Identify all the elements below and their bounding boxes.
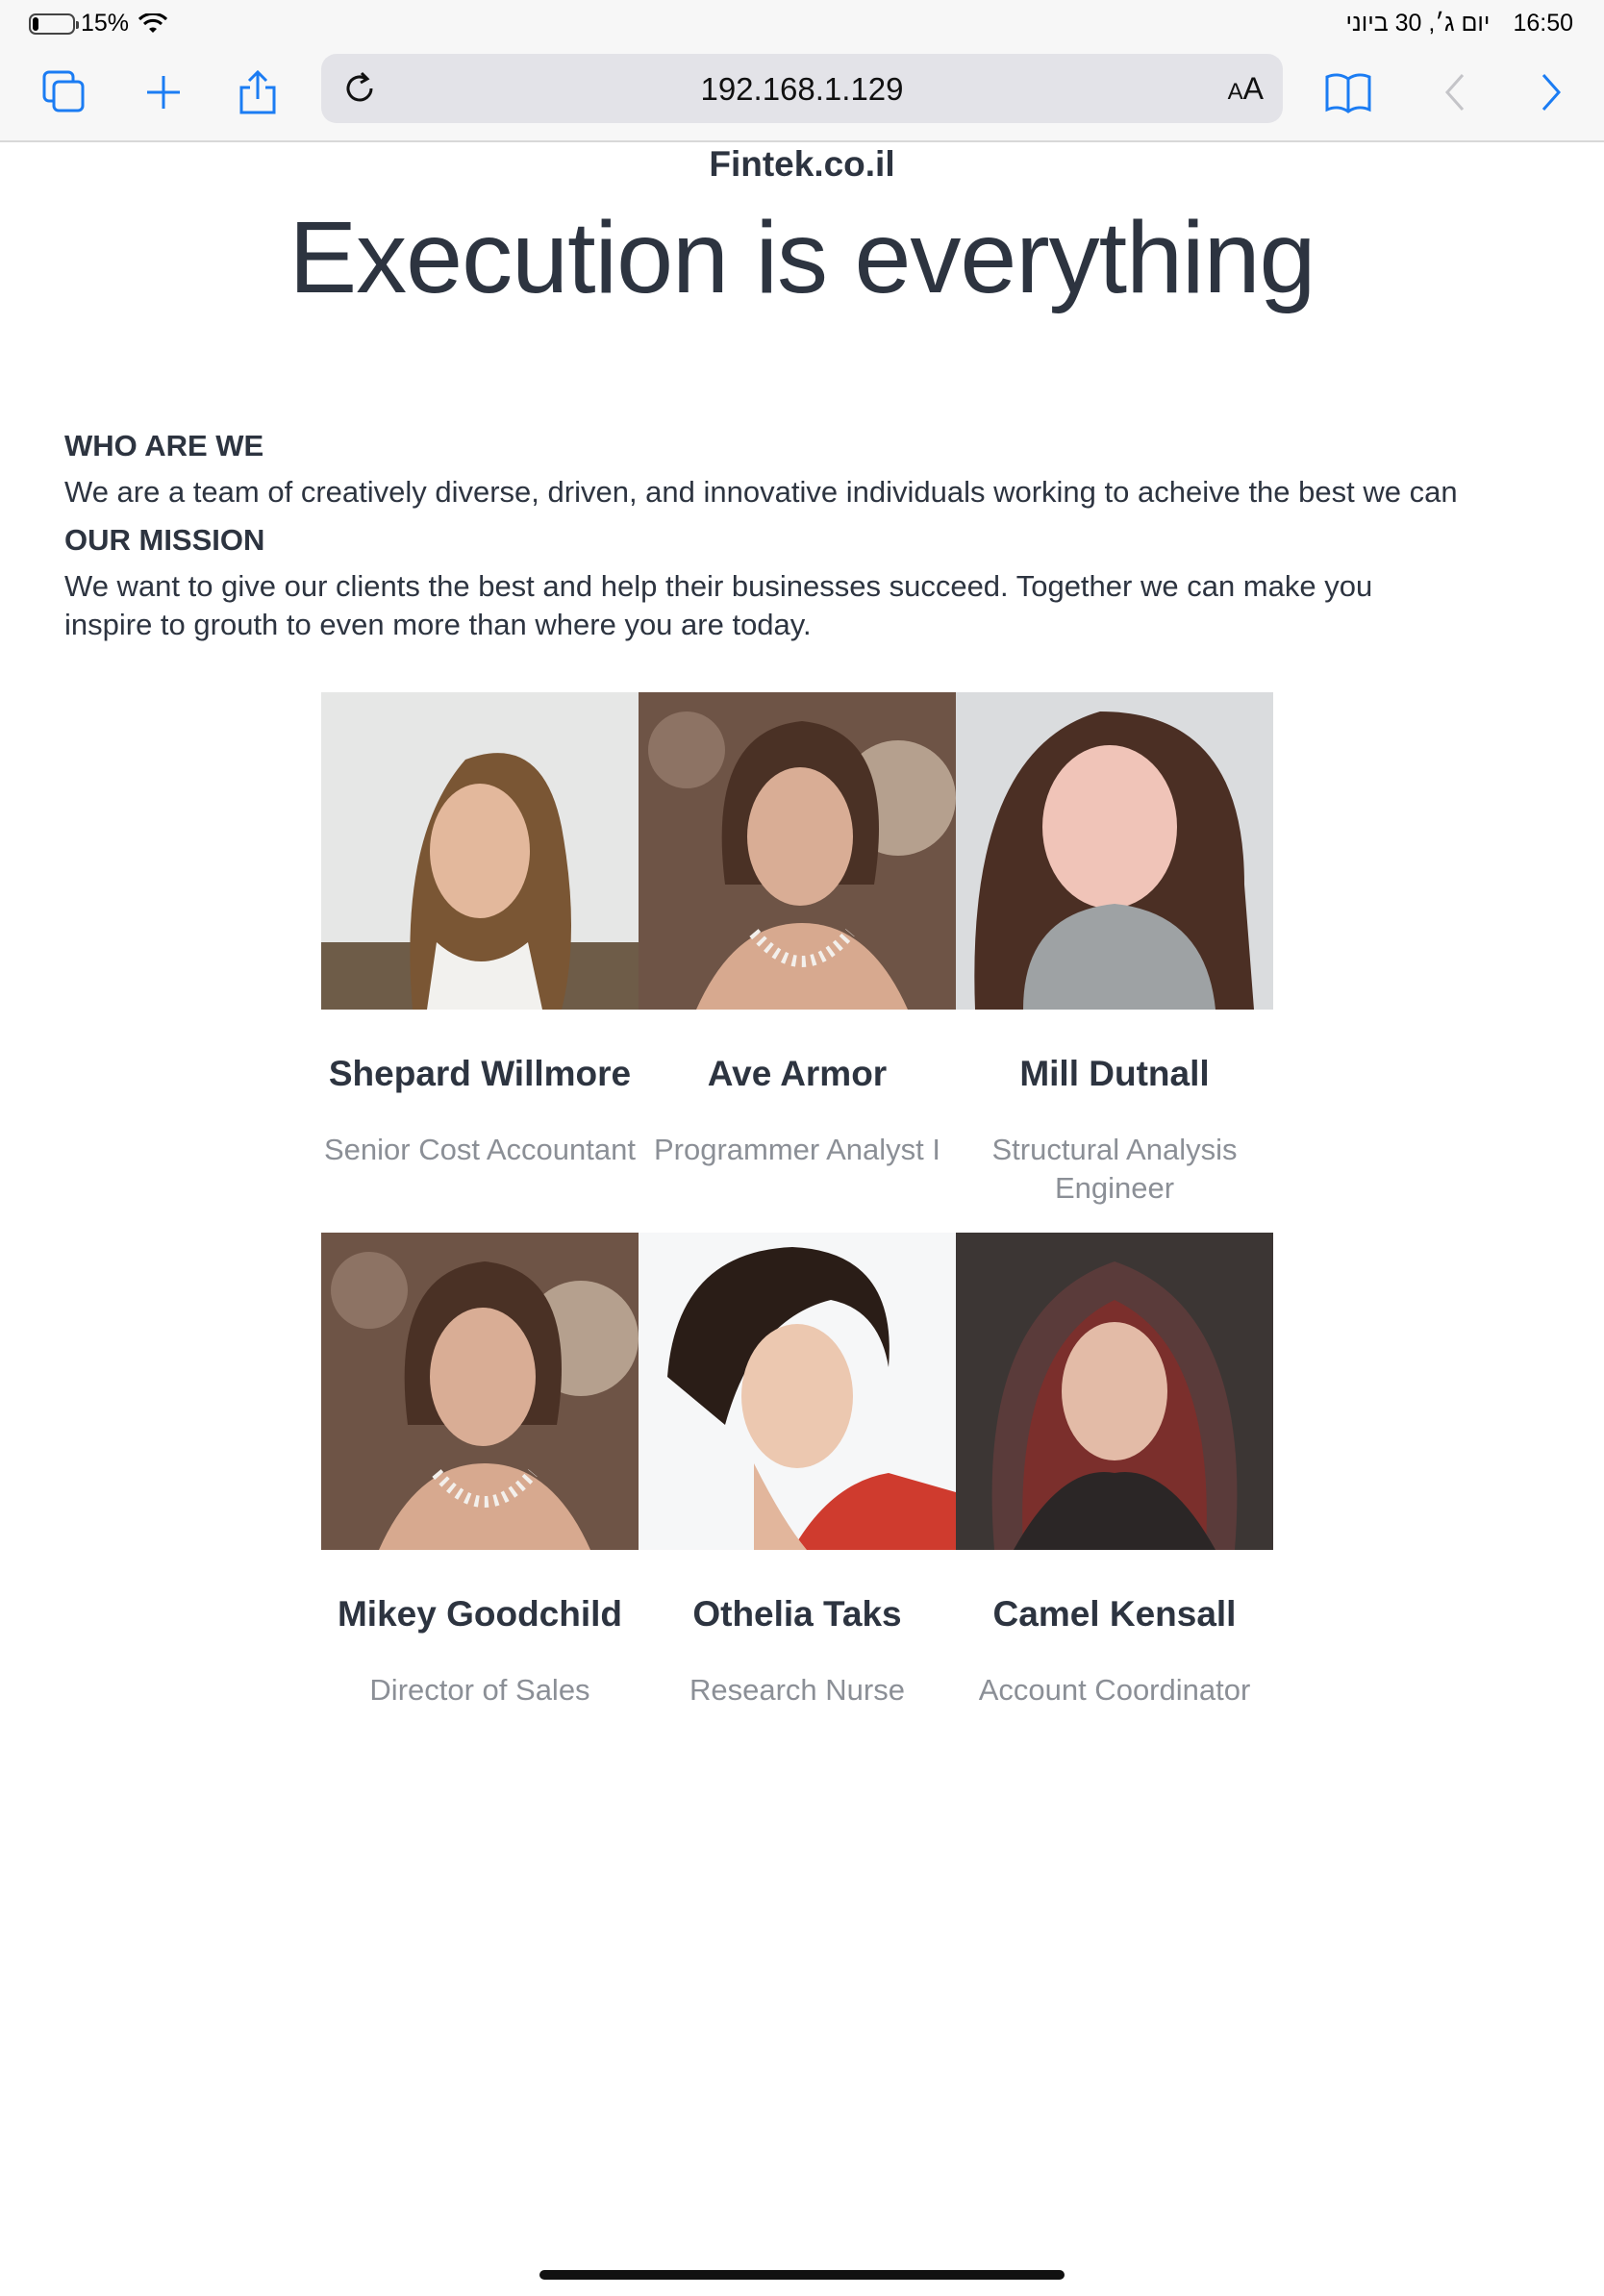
- team-photo: [639, 692, 956, 1010]
- team-card: Othelia Taks Research Nurse: [639, 1233, 956, 1750]
- team-card: Ave Armor Programmer Analyst I: [639, 692, 956, 1210]
- team-card: Mill Dutnall Structural Analysis Enginee…: [956, 692, 1273, 1210]
- back-icon[interactable]: [1427, 63, 1485, 121]
- wifi-icon: [138, 12, 168, 33]
- team-role: Senior Cost Accountant: [324, 1133, 636, 1166]
- team-photo: [956, 1233, 1273, 1550]
- status-right: יום ג׳, 30 ביוני 16:50: [1346, 10, 1573, 37]
- battery-icon: [29, 12, 79, 35]
- team-grid: Shepard Willmore Senior Cost Accountant …: [321, 692, 1273, 1750]
- status-date: יום ג׳, 30 ביוני: [1345, 10, 1491, 37]
- team-card: Mikey Goodchild Director of Sales: [321, 1233, 639, 1750]
- new-tab-icon[interactable]: [135, 63, 192, 121]
- mission-heading: OUR MISSION: [64, 523, 265, 557]
- team-photo: [956, 692, 1273, 1010]
- mission-text: We want to give our clients the best and…: [64, 569, 1373, 641]
- team-photo: [639, 1233, 956, 1550]
- status-bar: 15% יום ג׳, 30 ביוני 16:50: [0, 0, 1604, 44]
- team-role: Account Coordinator: [978, 1673, 1251, 1707]
- team-name: Shepard Willmore: [328, 1054, 632, 1093]
- battery-indicator: 15%: [29, 10, 168, 37]
- team-role: Programmer Analyst I: [653, 1133, 941, 1166]
- hero-title: Execution is everything: [288, 201, 1316, 314]
- team-name: Mill Dutnall: [1019, 1054, 1210, 1093]
- browser-toolbar: 192.168.1.129 AA: [0, 44, 1604, 142]
- team-name: Mikey Goodchild: [337, 1594, 623, 1634]
- who-text: We are a team of creatively diverse, dri…: [64, 475, 1458, 509]
- team-role: Structural Analysis Engineer: [991, 1133, 1238, 1205]
- home-indicator[interactable]: [539, 2270, 1065, 2280]
- team-photo: [321, 1233, 639, 1550]
- battery-percent: 15%: [81, 10, 130, 37]
- team-role: Research Nurse: [689, 1673, 905, 1707]
- who-heading: WHO ARE WE: [64, 429, 264, 462]
- about-section: WHO ARE WE We are a team of creatively d…: [64, 429, 1545, 644]
- text-size-button[interactable]: AA: [1228, 71, 1264, 107]
- status-time: 16:50: [1513, 10, 1573, 37]
- share-icon[interactable]: [229, 63, 287, 121]
- tabs-icon[interactable]: [36, 63, 93, 121]
- team-card: Shepard Willmore Senior Cost Accountant: [321, 692, 639, 1210]
- team-role: Director of Sales: [369, 1673, 590, 1707]
- url-text[interactable]: 192.168.1.129: [321, 71, 1283, 108]
- forward-icon[interactable]: [1521, 63, 1579, 121]
- team-name: Ave Armor: [707, 1054, 888, 1093]
- brand-title: Fintek.co.il: [709, 144, 895, 184]
- team-name: Camel Kensall: [992, 1594, 1237, 1634]
- bookmarks-icon[interactable]: [1319, 63, 1377, 121]
- address-bar[interactable]: 192.168.1.129 AA: [321, 54, 1283, 123]
- team-name: Othelia Taks: [692, 1594, 902, 1634]
- team-photo: [321, 692, 639, 1010]
- team-card: Camel Kensall Account Coordinator: [956, 1233, 1273, 1750]
